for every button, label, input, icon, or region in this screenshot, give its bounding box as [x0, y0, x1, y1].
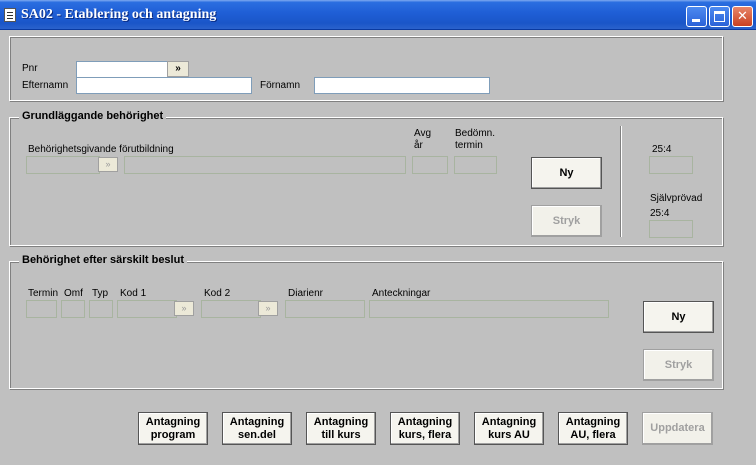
pnr-input[interactable] [76, 61, 168, 78]
antagning-kurs-flera-button[interactable]: Antagning kurs, flera [390, 412, 460, 445]
sarskilt-ny-button[interactable]: Ny [643, 301, 714, 333]
uppdatera-button[interactable]: Uppdatera [642, 412, 713, 445]
antagning-au-flera-line1: Antagning [565, 415, 621, 428]
bedomn-termin-label-line1: Bedömn. [455, 128, 496, 139]
typ-field[interactable] [89, 300, 113, 318]
antagning-kurs-au-line2: kurs AU [488, 428, 530, 441]
grund-separator [620, 126, 621, 237]
close-icon: ✕ [737, 9, 748, 24]
forutbildning-text-field[interactable] [124, 156, 406, 174]
forutbildning-code-field[interactable] [26, 156, 100, 174]
typ-col-label: Typ [92, 288, 109, 299]
kod1-picker-button[interactable]: » [174, 301, 194, 316]
antagning-program-line1: Antagning [145, 415, 201, 428]
diarienr-field[interactable] [285, 300, 365, 318]
antagning-kurs-flera-line1: Antagning [397, 415, 453, 428]
bedomn-termin-label-line2: termin [455, 140, 483, 151]
sjalvprovad-label: Självprövad [650, 193, 703, 204]
maximize-icon [714, 11, 725, 22]
antagning-kurs-au-button[interactable]: Antagning kurs AU [474, 412, 544, 445]
antagning-au-flera-button[interactable]: Antagning AU, flera [558, 412, 628, 445]
omf-col-label: Omf [64, 288, 83, 299]
diarienr-col-label: Diarienr [288, 288, 324, 299]
anteckningar-col-label: Anteckningar [372, 288, 431, 299]
antagning-program-button[interactable]: Antagning program [138, 412, 208, 445]
person-group: Pnr » Efternamn Förnamn [9, 36, 723, 101]
efternamn-label: Efternamn [22, 80, 69, 91]
antagning-till-kurs-line2: till kurs [321, 428, 361, 441]
kod1-col-label: Kod 1 [120, 288, 147, 299]
fornamn-label: Förnamn [260, 80, 301, 91]
form-document-icon[interactable] [4, 8, 16, 22]
kod2-col-label: Kod 2 [204, 288, 231, 299]
avg-ar-field[interactable] [412, 156, 448, 174]
pnr-lookup-button[interactable]: » [167, 61, 189, 77]
termin-field[interactable] [26, 300, 57, 318]
field-25-4[interactable] [649, 156, 693, 174]
maximize-button[interactable] [709, 6, 730, 27]
antagning-kurs-au-line1: Antagning [481, 415, 537, 428]
fornamn-input[interactable] [314, 77, 490, 94]
antagning-till-kurs-line1: Antagning [313, 415, 369, 428]
grund-ny-button[interactable]: Ny [531, 157, 602, 189]
kod2-picker-button[interactable]: » [258, 301, 278, 316]
efternamn-input[interactable] [76, 77, 252, 94]
anteckningar-field[interactable] [369, 300, 609, 318]
antagning-program-line2: program [150, 428, 196, 441]
antagning-kurs-flera-line2: kurs, flera [398, 428, 452, 441]
grundlaggande-behorighet-title: Grundläggande behörighet [19, 110, 167, 122]
pnr-label: Pnr [22, 63, 38, 74]
grund-stryk-button[interactable]: Stryk [531, 205, 602, 237]
avg-ar-label-line2: år [414, 140, 423, 151]
omf-field[interactable] [61, 300, 85, 318]
kod1-field[interactable] [117, 300, 177, 318]
antagning-au-flera-line2: AU, flera [570, 428, 616, 441]
sarskilt-stryk-button[interactable]: Stryk [643, 349, 714, 381]
window-title: SA02 - Etablering och antagning [21, 7, 217, 22]
antagning-sendel-button[interactable]: Antagning sen.del [222, 412, 292, 445]
sjalvprovad-25-4-label: 25:4 [650, 208, 670, 219]
antagning-sendel-line1: Antagning [229, 415, 285, 428]
sarskilt-beslut-group: Behörighet efter särskilt beslut Termin … [9, 254, 723, 389]
forutbildning-label: Behörighetsgivande förutbildning [28, 144, 174, 155]
antagning-sendel-line2: sen.del [238, 428, 276, 441]
minimize-icon [692, 19, 700, 22]
close-button[interactable]: ✕ [732, 6, 753, 27]
sjalvprovad-25-4-field[interactable] [649, 220, 693, 238]
title-bar[interactable]: SA02 - Etablering och antagning ✕ [0, 0, 756, 30]
antagning-till-kurs-button[interactable]: Antagning till kurs [306, 412, 376, 445]
sarskilt-beslut-title: Behörighet efter särskilt beslut [19, 254, 187, 266]
minimize-button[interactable] [686, 6, 707, 27]
kod2-field[interactable] [201, 300, 261, 318]
grundlaggande-behorighet-group: Grundläggande behörighet Behörighetsgiva… [9, 110, 723, 246]
avg-ar-label-line1: Avg [414, 128, 432, 139]
label-25-4: 25:4 [652, 144, 672, 155]
bedomn-termin-field[interactable] [454, 156, 497, 174]
termin-col-label: Termin [28, 288, 59, 299]
forutbildning-picker-button[interactable]: » [98, 157, 118, 172]
